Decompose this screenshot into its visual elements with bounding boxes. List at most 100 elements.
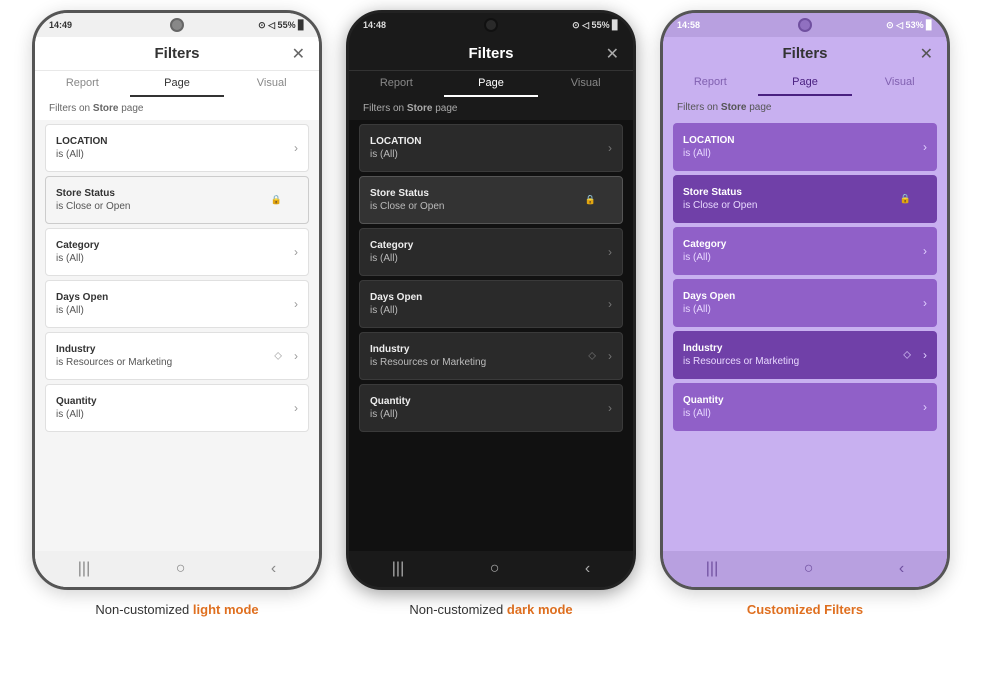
page-subtitle-dark: Filters on Store page: [349, 97, 633, 120]
phone-light: 14:49 ⊙ ◁ 55% ▊Filters✕ReportPageVisualF…: [32, 10, 322, 590]
filter-item-3-dark[interactable]: Days Openis (All)›: [359, 280, 623, 328]
close-button-light[interactable]: ✕: [292, 44, 305, 64]
filter-item-0-light[interactable]: LOCATIONis (All)›: [45, 124, 309, 172]
filter-value-0-dark: is (All): [370, 149, 612, 160]
filter-item-3-light[interactable]: Days Open is (All)›: [45, 280, 309, 328]
page-subtitle-purple: Filters on Store page: [663, 96, 947, 119]
filter-title-2-dark: Category: [370, 240, 612, 251]
filter-value-3-purple: is (All): [683, 304, 927, 315]
nav-menu-icon-dark[interactable]: |||: [392, 560, 404, 578]
chevron-icon-4-purple: ›: [923, 348, 927, 362]
close-button-dark[interactable]: ✕: [606, 44, 619, 64]
bookmark-icon-4-light: ◇: [274, 351, 282, 362]
nav-menu-icon-light[interactable]: |||: [78, 560, 90, 578]
tab-page-light[interactable]: Page: [130, 71, 225, 97]
chevron-icon-2-purple: ›: [923, 244, 927, 258]
filters-header-purple: Filters✕: [663, 37, 947, 70]
filter-title-4-dark: Industry: [370, 344, 612, 355]
filter-item-4-purple[interactable]: Industryis Resources or Marketing◇›: [673, 331, 937, 379]
chevron-icon-3-dark: ›: [608, 297, 612, 311]
filter-value-0-light: is (All): [56, 149, 298, 160]
filters-list-light: LOCATIONis (All)›Store Statusis Close or…: [35, 120, 319, 551]
filter-value-1-dark: is Close or Open: [370, 201, 612, 212]
nav-bar-purple: ||| ○ ‹: [663, 551, 947, 587]
filter-title-5-light: Quantity: [56, 396, 298, 407]
filter-item-4-light[interactable]: Industryis Resources or Marketing◇›: [45, 332, 309, 380]
chevron-icon-0-dark: ›: [608, 141, 612, 155]
tab-report-purple[interactable]: Report: [663, 70, 758, 96]
lock-icon-1-purple: 🔒: [900, 194, 911, 205]
tab-page-dark[interactable]: Page: [444, 71, 539, 97]
tab-visual-dark[interactable]: Visual: [538, 71, 633, 97]
tab-page-purple[interactable]: Page: [758, 70, 853, 96]
filters-title-light: Filters: [154, 45, 199, 62]
filter-title-5-dark: Quantity: [370, 396, 612, 407]
nav-back-icon-purple[interactable]: ‹: [899, 560, 904, 578]
chevron-icon-5-dark: ›: [608, 401, 612, 415]
filter-title-1-dark: Store Status: [370, 188, 612, 199]
status-time-dark: 14:48: [363, 20, 386, 30]
close-button-purple[interactable]: ✕: [920, 44, 933, 64]
phone-dark: 14:48 ⊙ ◁ 55% ▊Filters✕ReportPageVisualF…: [346, 10, 636, 590]
phone-content-purple: Filters✕ReportPageVisualFilters on Store…: [663, 37, 947, 587]
camera-notch-dark: [484, 18, 498, 32]
bookmark-icon-4-dark: ◇: [588, 351, 596, 362]
filter-value-1-purple: is Close or Open: [683, 200, 927, 211]
filter-value-0-purple: is (All): [683, 148, 927, 159]
tab-report-light[interactable]: Report: [35, 71, 130, 97]
chevron-icon-3-light: ›: [294, 297, 298, 311]
filters-list-dark: LOCATIONis (All)› Store Status is Close or…: [349, 120, 633, 551]
chevron-icon-3-purple: ›: [923, 296, 927, 310]
status-time-light: 14:49: [49, 20, 72, 30]
status-time-purple: 14:58: [677, 20, 700, 30]
label-highlight-light: light mode: [193, 602, 259, 617]
nav-bar-dark: ||| ○ ‹: [349, 551, 633, 587]
filter-item-4-dark[interactable]: Industryis Resources or Marketing◇›: [359, 332, 623, 380]
phone-content-dark: Filters✕ReportPageVisualFilters on Store…: [349, 37, 633, 587]
filter-value-5-light: is (All): [56, 409, 298, 420]
filter-title-3-dark: Days Open: [370, 292, 612, 303]
nav-home-icon-purple[interactable]: ○: [804, 560, 814, 578]
filter-item-1-light[interactable]: Store Statusis Close or Open🔒: [45, 176, 309, 224]
chevron-icon-5-purple: ›: [923, 400, 927, 414]
filter-value-3-light: is (All): [56, 305, 298, 316]
lock-icon-1-light: 🔒: [271, 195, 282, 206]
nav-menu-icon-purple[interactable]: |||: [706, 560, 718, 578]
tab-visual-light[interactable]: Visual: [224, 71, 319, 97]
filter-item-0-purple[interactable]: LOCATIONis (All)›: [673, 123, 937, 171]
filter-item-2-purple[interactable]: Categoryis (All)›: [673, 227, 937, 275]
tab-visual-purple[interactable]: Visual: [852, 70, 947, 96]
nav-home-icon-light[interactable]: ○: [176, 560, 186, 578]
filter-item-3-purple[interactable]: Days Open is (All)›: [673, 279, 937, 327]
phone-content-light: Filters✕ReportPageVisualFilters on Store…: [35, 37, 319, 587]
filter-title-3-purple: Days Open: [683, 291, 927, 302]
filter-item-1-dark[interactable]: Store Status is Close or Open🔒: [359, 176, 623, 224]
camera-notch-light: [170, 18, 184, 32]
phone-wrapper-purple: 14:58 ⊙ ◁ 53% ▊ Filters✕ReportPageVisualF…: [660, 10, 950, 617]
filter-item-2-dark[interactable]: Categoryis (All)›: [359, 228, 623, 276]
filter-title-4-purple: Industry: [683, 343, 927, 354]
lock-icon-1-dark: 🔒: [585, 195, 596, 206]
filters-header-dark: Filters✕: [349, 37, 633, 71]
label-highlight-dark: dark mode: [507, 602, 573, 617]
nav-back-icon-light[interactable]: ‹: [271, 560, 276, 578]
filter-item-5-purple[interactable]: Quantityis (All)›: [673, 383, 937, 431]
filter-title-1-light: Store Status: [56, 188, 298, 199]
filter-item-2-light[interactable]: Categoryis (All)›: [45, 228, 309, 276]
phone-label-light: Non-customized light mode: [95, 602, 258, 617]
label-prefix-dark: Non-customized: [409, 602, 507, 617]
filter-value-4-light: is Resources or Marketing: [56, 357, 298, 368]
filter-item-5-dark[interactable]: Quantityis (All)›: [359, 384, 623, 432]
phone-label-purple: Customized Filters: [747, 602, 863, 617]
tab-report-dark[interactable]: Report: [349, 71, 444, 97]
nav-home-icon-dark[interactable]: ○: [490, 560, 500, 578]
nav-bar-light: ||| ○ ‹: [35, 551, 319, 587]
nav-back-icon-dark[interactable]: ‹: [585, 560, 590, 578]
filter-item-1-purple[interactable]: Store Statusis Close or Open🔒: [673, 175, 937, 223]
filter-title-3-light: Days Open: [56, 292, 298, 303]
filter-item-5-light[interactable]: Quantityis (All)›: [45, 384, 309, 432]
filter-value-2-dark: is (All): [370, 253, 612, 264]
filter-title-0-purple: LOCATION: [683, 135, 927, 146]
status-icons-purple: ⊙ ◁ 53% ▊: [886, 20, 933, 31]
filter-item-0-dark[interactable]: LOCATIONis (All)›: [359, 124, 623, 172]
